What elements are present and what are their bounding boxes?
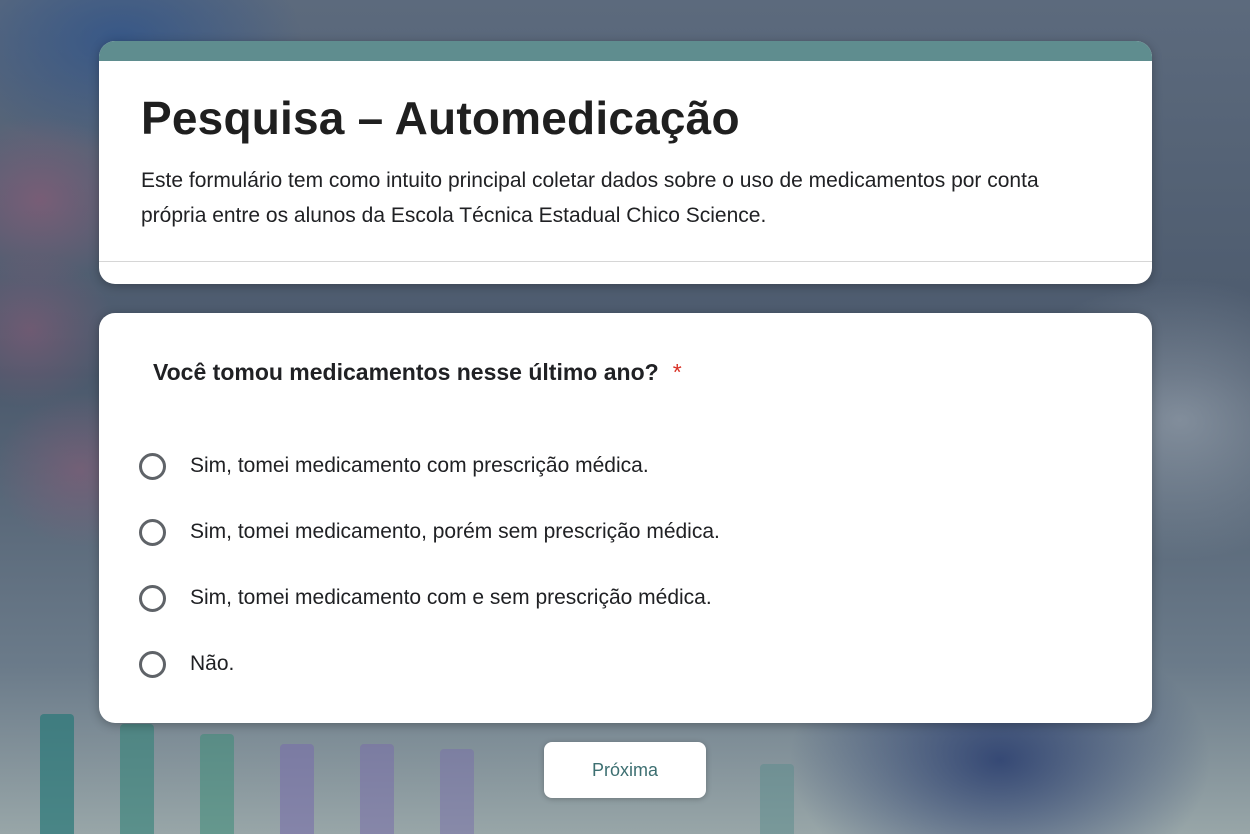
- radio-button[interactable]: [139, 452, 166, 480]
- radio-button[interactable]: [139, 518, 166, 546]
- question-card: Você tomou medicamentos nesse último ano…: [99, 313, 1152, 723]
- radio-option-label: Sim, tomei medicamento com prescrição mé…: [190, 454, 649, 477]
- radio-option-4[interactable]: Não.: [139, 631, 720, 697]
- test-tube: [360, 744, 394, 834]
- test-tube: [440, 749, 474, 834]
- required-asterisk: *: [672, 359, 682, 385]
- radio-button[interactable]: [139, 584, 166, 612]
- header-divider: [99, 261, 1152, 262]
- radio-group: Sim, tomei medicamento com prescrição mé…: [139, 433, 720, 697]
- radio-button[interactable]: [139, 650, 166, 678]
- test-tube: [120, 724, 154, 834]
- form-title: Pesquisa – Automedicação: [141, 92, 740, 144]
- form-header-card: Pesquisa – Automedicação Este formulário…: [99, 41, 1152, 284]
- radio-option-label: Não.: [190, 652, 235, 675]
- next-button[interactable]: Próxima: [544, 742, 706, 798]
- question-title: Você tomou medicamentos nesse último ano…: [153, 359, 682, 386]
- radio-option-label: Sim, tomei medicamento, porém sem prescr…: [190, 520, 720, 543]
- radio-option-label: Sim, tomei medicamento com e sem prescri…: [190, 586, 712, 609]
- question-text: Você tomou medicamentos nesse último ano…: [153, 359, 659, 385]
- radio-option-3[interactable]: Sim, tomei medicamento com e sem prescri…: [139, 565, 720, 631]
- header-accent-bar: [99, 41, 1152, 61]
- test-tube: [280, 744, 314, 834]
- test-tube: [200, 734, 234, 834]
- test-tube: [40, 714, 74, 834]
- radio-option-2[interactable]: Sim, tomei medicamento, porém sem prescr…: [139, 499, 720, 565]
- radio-option-1[interactable]: Sim, tomei medicamento com prescrição mé…: [139, 433, 720, 499]
- form-description: Este formulário tem como intuito princip…: [141, 169, 1039, 227]
- test-tube: [760, 764, 794, 834]
